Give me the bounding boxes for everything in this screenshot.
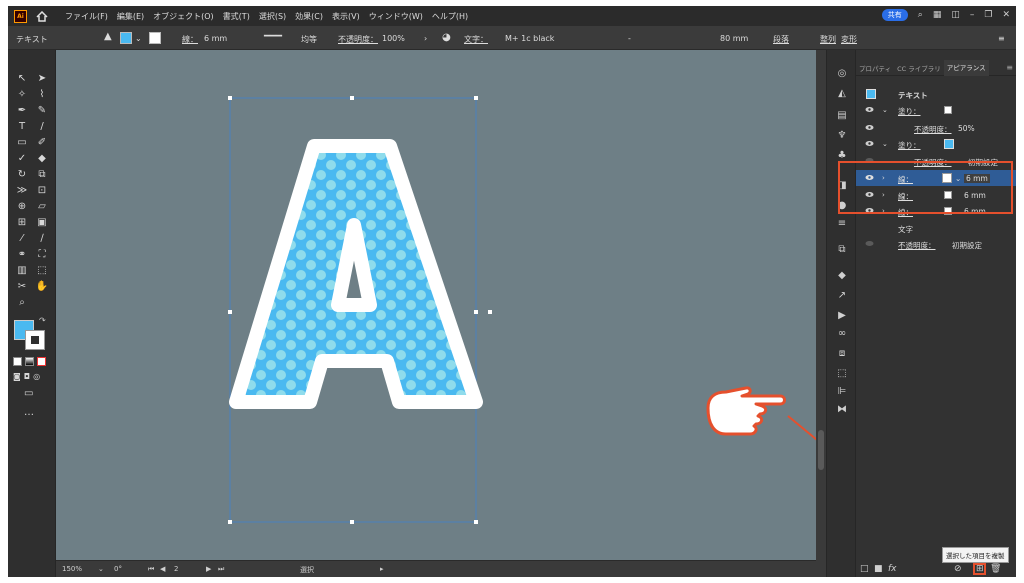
- opacity-row-value: 初期設定: [952, 241, 982, 250]
- chevron-down-icon[interactable]: ⌄: [882, 140, 888, 148]
- fill-white-swatch[interactable]: [944, 106, 952, 114]
- panel-icon-strip: ◎ ◭ ▤ ♆ ♣ ◨ ● ≡ ⧉ ◆ ↗ ▶ ∞ ⧈ ⬚ ⊫ ⧓: [826, 50, 856, 577]
- add-stroke-icon[interactable]: □: [860, 564, 869, 574]
- prev-artboard-icon[interactable]: ◀: [160, 565, 165, 573]
- object-thumbnail: [866, 89, 876, 99]
- stroke-rows-highlight: [838, 161, 1013, 214]
- clear-appearance-icon[interactable]: ⊘: [954, 564, 962, 574]
- appearance-opacity-row[interactable]: 不透明度： 50%: [856, 120, 1016, 136]
- duplicate-highlight: [973, 563, 986, 575]
- fill-pattern-swatch[interactable]: [944, 139, 954, 149]
- fill-row-label[interactable]: 塗り：: [898, 140, 921, 151]
- export-icon[interactable]: ↗: [836, 290, 848, 302]
- pathfinder-icon[interactable]: ⧓: [836, 404, 848, 416]
- tab-properties[interactable]: プロパティ: [856, 63, 894, 73]
- vertical-scrollbar[interactable]: [816, 50, 826, 577]
- artboards-icon[interactable]: ⧈: [836, 348, 848, 360]
- add-fill-icon[interactable]: ■: [874, 564, 883, 574]
- appearance-title: テキスト: [898, 91, 928, 100]
- appearance-opacity-row[interactable]: 不透明度： 初期設定: [856, 236, 1016, 252]
- rotate-value[interactable]: 0°: [114, 565, 122, 573]
- graphic-styles-icon[interactable]: ⧉: [836, 244, 848, 256]
- eye-icon[interactable]: [865, 106, 874, 113]
- characters-label: 文字: [898, 225, 913, 234]
- opacity-row-value: 50%: [958, 124, 975, 133]
- status-text: 選択: [300, 566, 314, 574]
- eye-icon[interactable]: [865, 124, 874, 131]
- transform-panel-icon[interactable]: ⬚: [836, 368, 848, 380]
- appearance-panel: プロパティ CC ライブラリ アピアランス ≡ テキスト ⌄ 塗り： 不透明度：…: [856, 50, 1016, 577]
- panel-options-icon[interactable]: ≡: [1003, 63, 1016, 72]
- opacity-row-label[interactable]: 不透明度：: [898, 240, 936, 251]
- actions-icon[interactable]: ▶: [836, 310, 848, 322]
- zoom-dropdown-icon[interactable]: ⌄: [98, 565, 104, 573]
- tab-appearance[interactable]: アピアランス: [943, 59, 989, 76]
- trash-icon[interactable]: 🗑: [990, 564, 1001, 574]
- artboard-number[interactable]: 2: [174, 565, 178, 573]
- appearance-fill-row[interactable]: ⌄ 塗り：: [856, 136, 1016, 152]
- libraries-panel-icon[interactable]: ▤: [836, 110, 848, 122]
- appearance-characters-row[interactable]: 文字: [856, 220, 1016, 236]
- next-artboard-icon[interactable]: ▶: [206, 565, 211, 573]
- appearance-title-row: テキスト: [856, 86, 1016, 102]
- tab-cc-libraries[interactable]: CC ライブラリ: [894, 63, 944, 73]
- opacity-row-label[interactable]: 不透明度：: [914, 124, 952, 135]
- eye-icon[interactable]: [865, 240, 874, 247]
- illustrator-window: Ai ファイル(F) 編集(E) オブジェクト(O) 書式(T) 選択(S) 効…: [8, 6, 1016, 577]
- links-icon[interactable]: ∞: [836, 328, 848, 340]
- duplicate-tooltip: 選択した項目を複製: [942, 547, 1009, 563]
- appearance-fill-row[interactable]: ⌄ 塗り：: [856, 102, 1016, 118]
- appearance-panel-footer: □ ■ fx ⊘ ⊞ 🗑: [856, 562, 1016, 577]
- eye-icon[interactable]: [865, 140, 874, 147]
- appearance-panel-icon[interactable]: ◆: [836, 270, 848, 282]
- stroke-panel-icon[interactable]: ≡: [836, 218, 848, 230]
- chevron-down-icon[interactable]: ⌄: [882, 106, 888, 114]
- add-effect-icon[interactable]: fx: [888, 564, 897, 574]
- properties-panel-icon[interactable]: ◎: [836, 68, 848, 80]
- last-artboard-icon[interactable]: ⏭: [218, 565, 224, 574]
- status-bar: 150% ⌄ 0° ⏮ ◀ 2 ▶ ⏭ 選択 ▸: [56, 560, 816, 577]
- layers-panel-icon[interactable]: ◭: [836, 88, 848, 100]
- fill-row-label[interactable]: 塗り：: [898, 106, 921, 117]
- align-panel-icon[interactable]: ⊫: [836, 386, 848, 398]
- brushes-panel-icon[interactable]: ♆: [836, 130, 848, 142]
- status-menu-icon[interactable]: ▸: [380, 565, 384, 573]
- first-artboard-icon[interactable]: ⏮: [148, 565, 154, 574]
- zoom-level[interactable]: 150%: [62, 565, 82, 573]
